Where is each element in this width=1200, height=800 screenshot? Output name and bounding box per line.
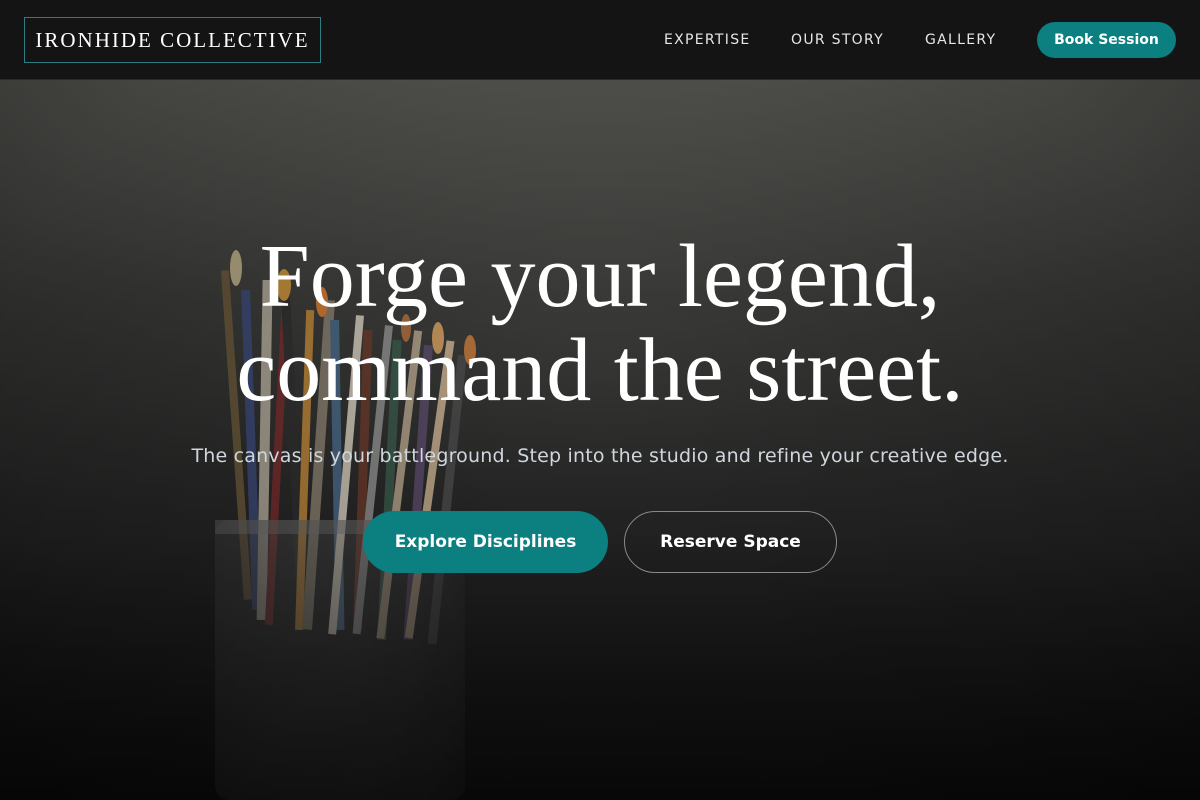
- nav-link-gallery[interactable]: GALLERY: [925, 0, 996, 80]
- book-session-button[interactable]: Book Session: [1037, 22, 1176, 58]
- hero-headline: Forge your legend, command the street.: [0, 230, 1200, 418]
- hero-headline-line-1: Forge your legend,: [259, 227, 941, 326]
- site-header: IRONHIDE COLLECTIVE EXPERTISE OUR STORY …: [0, 0, 1200, 80]
- hero-dark-overlay: [0, 80, 1200, 800]
- nav-link-expertise[interactable]: EXPERTISE: [664, 0, 751, 80]
- reserve-space-button[interactable]: Reserve Space: [624, 511, 837, 573]
- hero-section: Forge your legend, command the street. T…: [0, 80, 1200, 800]
- hero-headline-line-2: command the street.: [236, 321, 964, 420]
- nav-link-our-story[interactable]: OUR STORY: [791, 0, 884, 80]
- site-logo[interactable]: IRONHIDE COLLECTIVE: [24, 17, 321, 63]
- explore-disciplines-button[interactable]: Explore Disciplines: [363, 511, 608, 573]
- hero-subtitle: The canvas is your battleground. Step in…: [191, 445, 1009, 467]
